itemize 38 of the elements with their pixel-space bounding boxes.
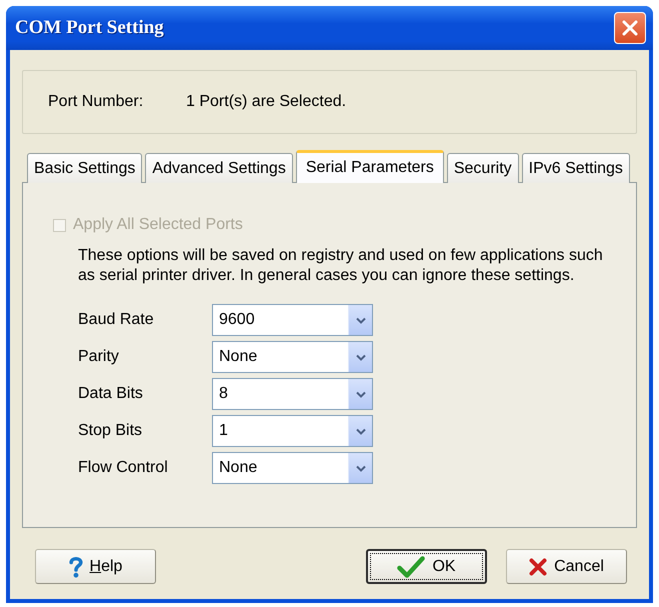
dropdown-button[interactable] [348, 342, 372, 372]
chevron-down-icon [356, 316, 366, 324]
field-label: Data Bits [78, 385, 144, 403]
port-number-label: Port Number: [48, 93, 144, 111]
checkmark-icon [397, 556, 426, 578]
chevron-down-icon [356, 390, 366, 398]
dropdown[interactable]: None [212, 341, 373, 373]
dropdown-button[interactable] [348, 453, 372, 483]
cancel-button[interactable]: Cancel [506, 549, 627, 584]
chevron-down-icon [356, 464, 366, 472]
dropdown-button[interactable] [348, 305, 372, 335]
description-text: These options will be saved on registry and used on few applications such as serial printer driver. In general cases you can ignore these settings. [78, 246, 604, 286]
ok-button[interactable]: OK [366, 549, 487, 584]
help-icon [68, 556, 83, 578]
field-label: Stop Bits [78, 422, 144, 440]
field-label: Baud Rate [78, 311, 155, 329]
tab[interactable]: IPv6 Settings [522, 153, 630, 183]
dropdown[interactable]: 1 [212, 415, 373, 447]
dropdown-button[interactable] [348, 379, 372, 409]
close-icon [621, 19, 639, 37]
field-label: Flow Control [78, 459, 169, 477]
tab[interactable]: Advanced Settings [145, 153, 293, 183]
close-button[interactable] [614, 12, 646, 44]
window-title: COM Port Setting [15, 17, 164, 39]
field-label: Parity [78, 348, 120, 366]
dropdown[interactable]: 9600 [212, 304, 373, 336]
tab[interactable]: Basic Settings [27, 153, 142, 183]
dropdown-button[interactable] [348, 416, 372, 446]
dropdown[interactable]: 8 [212, 378, 373, 410]
checkbox-label: Apply All Selected Ports [73, 216, 243, 234]
port-number-value: 1 Port(s) are Selected. [186, 93, 346, 111]
help-button[interactable]: Help [35, 549, 156, 584]
chevron-down-icon [356, 428, 366, 434]
chevron-down-icon [356, 354, 366, 360]
tab[interactable]: Security [446, 153, 519, 183]
dropdown[interactable]: None [212, 452, 373, 484]
cross-icon [529, 558, 548, 576]
tab[interactable]: Serial Parameters [296, 150, 444, 183]
